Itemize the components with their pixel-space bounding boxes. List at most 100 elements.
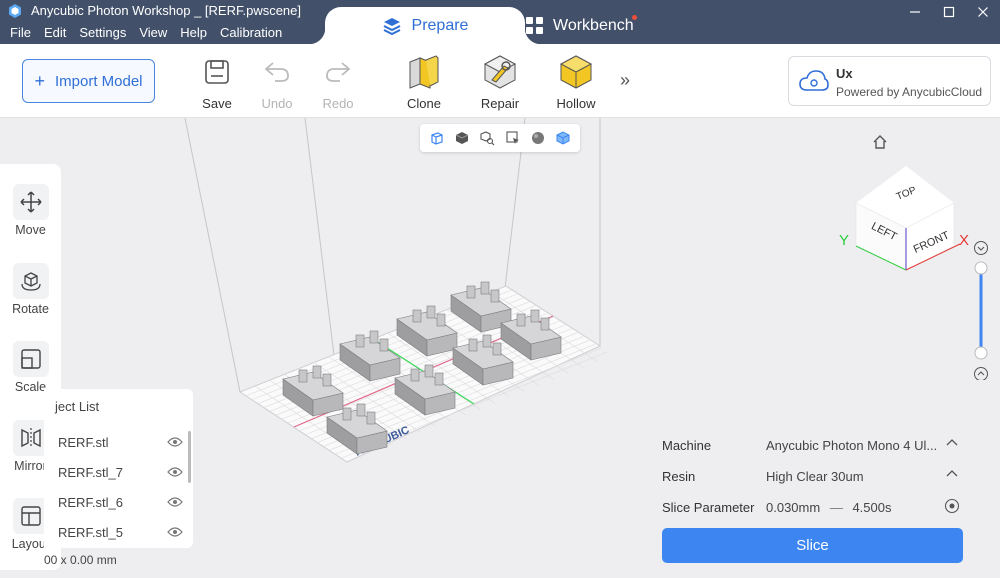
slice-parameter-row[interactable]: Slice Parameter 0.030mm — 4.500s	[662, 497, 964, 517]
eye-icon[interactable]	[167, 436, 183, 448]
menu-help[interactable]: Help	[180, 25, 207, 40]
more-tools-icon[interactable]: »	[620, 70, 630, 91]
minimize-icon	[910, 11, 920, 13]
menu-view[interactable]: View	[139, 25, 167, 40]
layers-icon	[383, 17, 400, 35]
layout-icon	[20, 506, 41, 526]
main-toolbar: + Import Model Save Undo Redo Clone Repa…	[0, 44, 1000, 118]
slice-button[interactable]: Slice	[662, 528, 963, 563]
model-dimensions: 00 x 0.00 mm	[44, 553, 117, 567]
zoom-fit-icon[interactable]	[478, 129, 496, 147]
cloud-icon	[799, 70, 829, 91]
object-name: RERF.stl_7	[58, 464, 124, 480]
save-label: Save	[202, 96, 232, 111]
redo-button[interactable]: Redo	[308, 54, 368, 111]
menu-edit[interactable]: Edit	[44, 25, 66, 40]
view-cube[interactable]: TOP LEFT FRONT Y X	[836, 162, 976, 274]
maximize-icon	[943, 6, 955, 18]
zoom-in-icon	[974, 367, 988, 380]
mirror-label: Mirror	[14, 459, 47, 473]
axis-y-label: Y	[839, 232, 849, 249]
exposure-time: 4.500s	[852, 499, 892, 515]
object-name: RERF.stl	[58, 434, 109, 450]
move-tool[interactable]: Move	[0, 184, 61, 237]
list-item[interactable]: RERF.stl_6	[58, 492, 183, 512]
repair-button[interactable]: Repair	[470, 54, 530, 111]
wireframe-cube-icon[interactable]	[428, 129, 446, 147]
zoom-top-handle	[974, 261, 988, 275]
list-item[interactable]: RERF.stl	[58, 432, 183, 452]
title-bar: Anycubic Photon Workshop _ [RERF.pwscene…	[0, 0, 1000, 44]
zoom-out-icon	[974, 241, 988, 255]
redo-icon	[326, 62, 351, 82]
tab-prepare[interactable]: Prepare	[309, 7, 541, 44]
eye-icon[interactable]	[167, 466, 183, 478]
solid-cube-icon[interactable]	[453, 129, 471, 147]
object-name: RERF.stl_6	[58, 494, 124, 510]
plus-icon: +	[34, 70, 45, 91]
zoom-slider[interactable]	[973, 240, 989, 380]
slice-parameter-label: Slice Parameter	[662, 499, 755, 515]
rotate-tool[interactable]: Rotate	[0, 263, 61, 316]
zoom-bottom-handle	[974, 346, 988, 360]
chevron-up-icon[interactable]	[946, 469, 958, 477]
grid-apps-icon	[526, 17, 543, 34]
save-button[interactable]: Save	[187, 54, 247, 111]
mirror-icon	[20, 428, 41, 448]
undo-icon	[264, 62, 289, 82]
repair-icon	[483, 55, 517, 89]
settings-target-icon[interactable]	[944, 498, 960, 514]
scale-icon	[20, 349, 41, 369]
resin-label: Resin	[662, 468, 696, 484]
redo-label: Redo	[322, 96, 354, 111]
menu-file[interactable]: File	[10, 25, 31, 40]
object-list-scrollbar[interactable]	[188, 431, 191, 483]
cloud-account-card[interactable]: Ux Powered by AnycubicCloud	[788, 56, 991, 106]
close-button[interactable]	[966, 0, 1000, 24]
home-icon[interactable]	[872, 134, 888, 150]
repair-label: Repair	[480, 96, 520, 111]
object-list-panel: ject List RERF.stl RERF.stl_7 RERF.stl_6…	[44, 389, 193, 548]
view-mode-toolbar	[420, 124, 580, 152]
import-model-button[interactable]: + Import Model	[22, 59, 155, 103]
cloud-subtitle: Powered by AnycubicCloud	[836, 85, 983, 99]
list-item[interactable]: RERF.stl_7	[58, 462, 183, 482]
scale-label: Scale	[14, 380, 47, 394]
undo-button[interactable]: Undo	[247, 54, 307, 111]
rotate-label: Rotate	[12, 302, 49, 316]
clone-button[interactable]: Clone	[394, 54, 454, 111]
tab-prepare-label: Prepare	[411, 16, 469, 34]
machine-label: Machine	[662, 437, 712, 453]
menu-settings[interactable]: Settings	[79, 25, 126, 40]
tab-workbench[interactable]: Workbench	[526, 7, 646, 44]
object-list-title: ject List	[55, 399, 100, 414]
hollow-button[interactable]: Hollow	[546, 54, 606, 111]
3d-viewport[interactable]: ANYCUBIC Move Rotate Scale Mirror	[0, 118, 1000, 578]
import-model-label: Import Model	[54, 72, 143, 90]
tab-workbench-label: Workbench	[553, 16, 634, 34]
sphere-icon[interactable]	[529, 129, 547, 147]
minimize-button[interactable]	[898, 0, 932, 24]
app-logo-icon	[9, 4, 21, 18]
xray-cube-icon[interactable]	[554, 129, 572, 147]
menu-calibration[interactable]: Calibration	[220, 25, 282, 40]
rotate-icon	[20, 272, 41, 291]
resin-value: High Clear 30um	[766, 468, 864, 484]
parameter-separator: —	[829, 499, 843, 515]
undo-label: Undo	[261, 96, 293, 111]
scale-tool[interactable]: Scale	[0, 341, 61, 394]
maximize-button[interactable]	[932, 0, 966, 24]
axis-x-label: X	[959, 232, 969, 249]
clone-icon	[409, 55, 439, 89]
select-box-icon[interactable]	[504, 129, 522, 147]
machine-row[interactable]: Machine Anycubic Photon Mono 4 Ul...	[662, 435, 964, 455]
list-item[interactable]: RERF.stl_5	[58, 522, 183, 542]
eye-icon[interactable]	[167, 526, 183, 538]
eye-icon[interactable]	[167, 496, 183, 508]
move-label: Move	[15, 223, 46, 237]
notification-dot	[632, 15, 637, 20]
resin-row[interactable]: Resin High Clear 30um	[662, 466, 964, 486]
layer-height: 0.030mm	[766, 499, 821, 515]
chevron-up-icon[interactable]	[946, 438, 958, 446]
move-icon	[19, 191, 42, 213]
